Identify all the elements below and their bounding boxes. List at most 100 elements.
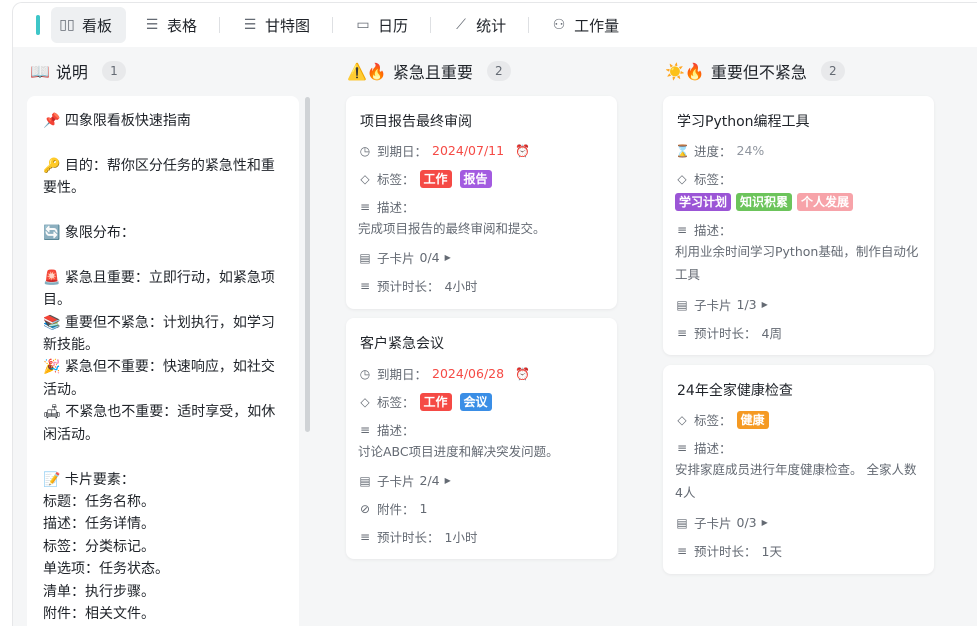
desc-field: ≡ 描述： xyxy=(358,420,415,439)
sun-fire-icon: ☀️🔥 xyxy=(665,61,705,81)
field-label: 预计时长： xyxy=(694,326,757,341)
field-label: 附件： xyxy=(377,502,415,517)
field-label: 描述： xyxy=(377,200,415,215)
text-icon: ≡ xyxy=(359,529,371,544)
progress-value: 24% xyxy=(736,143,765,158)
tags-field: ◇ 标签： 工作 会议 xyxy=(358,392,495,411)
column-header: 📖 说明 1 xyxy=(30,49,126,93)
field-label: 标签： xyxy=(377,395,415,410)
tags-field: ◇ 标签： 健康 xyxy=(675,410,772,429)
subcard-field[interactable]: ▤ 子卡片 0/4 ▶ xyxy=(358,248,451,267)
field-label: 子卡片 xyxy=(694,516,732,531)
tab-label: 甘特图 xyxy=(265,16,311,35)
clock-icon: ◷ xyxy=(359,143,371,158)
desc-field: ≡ 描述： xyxy=(675,220,732,239)
text-icon: ≡ xyxy=(676,325,688,340)
text-icon: ≡ xyxy=(676,222,688,237)
tab-table[interactable]: ☰ 表格 xyxy=(126,7,215,43)
desc-field: ≡ 描述： xyxy=(675,438,732,457)
guide-card[interactable]: 📌 四象限看板快速指南 🔑 目的：帮你区分任务的紧急性和重要性。 🔄 象限分布：… xyxy=(27,96,299,626)
subcard-icon: ▤ xyxy=(359,250,371,265)
column-title: 紧急且重要 xyxy=(392,63,473,82)
column-important-not-urgent: ☀️🔥 重要但不紧急 2 xyxy=(665,49,845,93)
column-count: 1 xyxy=(101,61,126,81)
card-description: 完成项目报告的最终审阅和提交。 xyxy=(358,221,546,236)
text-icon: ≡ xyxy=(359,199,371,214)
tab-calendar[interactable]: ▭ 日历 xyxy=(337,7,426,43)
column-title: 重要但不紧急 xyxy=(710,63,807,82)
tab-stats[interactable]: ⟋ 统计 xyxy=(435,7,524,43)
card-description: 利用业余时间学习Python基础，制作自动化工具 xyxy=(675,244,919,282)
subcard-count: 2/4 xyxy=(419,473,440,488)
tag-badge: 学习计划 xyxy=(675,193,732,211)
people-icon: ⚇ xyxy=(552,17,566,33)
column-explanation: 📖 说明 1 xyxy=(30,49,126,93)
tag-icon: ◇ xyxy=(677,412,687,427)
subcard-field[interactable]: ▤ 子卡片 1/3 ▶ xyxy=(675,295,768,314)
estimate-value: 1天 xyxy=(761,544,782,559)
tab-kanban[interactable]: ▯▯ 看板 xyxy=(51,7,127,43)
task-card[interactable]: 客户紧急会议 ◷ 到期日： 2024/06/28 ⏰ ◇ 标签： 工作 会议 ≡… xyxy=(346,318,617,559)
tab-workload[interactable]: ⚇ 工作量 xyxy=(533,7,637,43)
task-card[interactable]: 学习Python编程工具 ⌛ 进度： 24% ◇ 标签： 学习计划 知识积累 个… xyxy=(663,96,934,355)
tags-row: 学习计划 知识积累 个人发展 xyxy=(675,193,856,211)
field-label: 预计时长： xyxy=(377,530,440,545)
column-urgent-important: ⚠️🔥 紧急且重要 2 xyxy=(347,49,511,93)
attachment-count: 1 xyxy=(419,501,428,516)
field-label: 子卡片 xyxy=(377,251,415,266)
paperclip-icon: ⊘ xyxy=(359,501,371,516)
column-header: ⚠️🔥 紧急且重要 2 xyxy=(347,49,511,93)
tag-badge: 工作 xyxy=(419,169,452,188)
tab-gantt[interactable]: ☰ 甘特图 xyxy=(224,7,328,43)
estimate-value: 4周 xyxy=(761,326,782,341)
card-title: 24年全家健康检查 xyxy=(677,383,793,399)
subcard-icon: ▤ xyxy=(676,515,688,530)
tag-icon: ◇ xyxy=(677,171,687,186)
subcard-icon: ▤ xyxy=(359,473,371,488)
guide-text: 📌 四象限看板快速指南 🔑 目的：帮你区分任务的紧急性和重要性。 🔄 象限分布：… xyxy=(43,113,276,622)
column-count: 2 xyxy=(820,61,845,81)
estimate-value: 1小时 xyxy=(444,530,478,545)
tab-label: 日历 xyxy=(378,16,409,35)
field-label: 描述： xyxy=(377,423,415,438)
tag-icon: ◇ xyxy=(360,171,370,186)
card-title: 客户紧急会议 xyxy=(360,336,444,352)
caret-right-icon: ▶ xyxy=(761,518,768,527)
text-icon: ≡ xyxy=(676,543,688,558)
calendar-icon: ▭ xyxy=(356,17,370,33)
tab-label: 表格 xyxy=(167,16,198,35)
field-label: 描述： xyxy=(694,223,732,238)
task-card[interactable]: 24年全家健康检查 ◇ 标签： 健康 ≡ 描述： 安排家庭成员进行年度健康检查。… xyxy=(663,365,934,574)
task-card[interactable]: 项目报告最终审阅 ◷ 到期日： 2024/07/11 ⏰ ◇ 标签： 工作 报告… xyxy=(346,96,617,309)
tag-badge: 会议 xyxy=(459,392,492,411)
caret-right-icon: ▶ xyxy=(444,253,451,262)
due-date-value: 2024/06/28 xyxy=(432,366,505,381)
field-label: 进度： xyxy=(694,144,732,159)
tag-badge: 知识积累 xyxy=(736,193,793,211)
divider xyxy=(219,17,221,33)
book-icon: 📖 xyxy=(30,61,50,81)
kanban-icon: ▯▯ xyxy=(59,17,75,33)
caret-right-icon: ▶ xyxy=(761,300,768,309)
field-label: 到期日： xyxy=(377,144,428,159)
view-toolbar: ▯▯ 看板 ☰ 表格 ☰ 甘特图 ▭ 日历 ⟋ 统计 ⚇ 工作量 xyxy=(13,3,977,47)
divider xyxy=(528,17,530,33)
due-date-field: ◷ 到期日： 2024/06/28 ⏰ xyxy=(358,364,530,383)
warning-fire-icon: ⚠️🔥 xyxy=(347,61,387,81)
subcard-icon: ▤ xyxy=(676,297,688,312)
column-header: ☀️🔥 重要但不紧急 2 xyxy=(665,49,845,93)
alarm-icon: ⏰ xyxy=(515,143,531,158)
gantt-icon: ☰ xyxy=(243,17,257,33)
text-icon: ≡ xyxy=(359,278,371,293)
tag-badge: 工作 xyxy=(419,392,452,411)
attachment-field[interactable]: ⊘ 附件： 1 xyxy=(358,499,428,518)
desc-field: ≡ 描述： xyxy=(358,197,415,216)
subcard-field[interactable]: ▤ 子卡片 0/3 ▶ xyxy=(675,513,768,532)
tag-icon: ◇ xyxy=(360,394,370,409)
tab-label: 统计 xyxy=(476,16,507,35)
scrollbar-thumb[interactable] xyxy=(305,97,310,432)
subcard-field[interactable]: ▤ 子卡片 2/4 ▶ xyxy=(358,471,450,490)
field-label: 标签： xyxy=(694,413,732,428)
subcard-count: 1/3 xyxy=(736,297,757,312)
field-label: 标签： xyxy=(377,172,415,187)
